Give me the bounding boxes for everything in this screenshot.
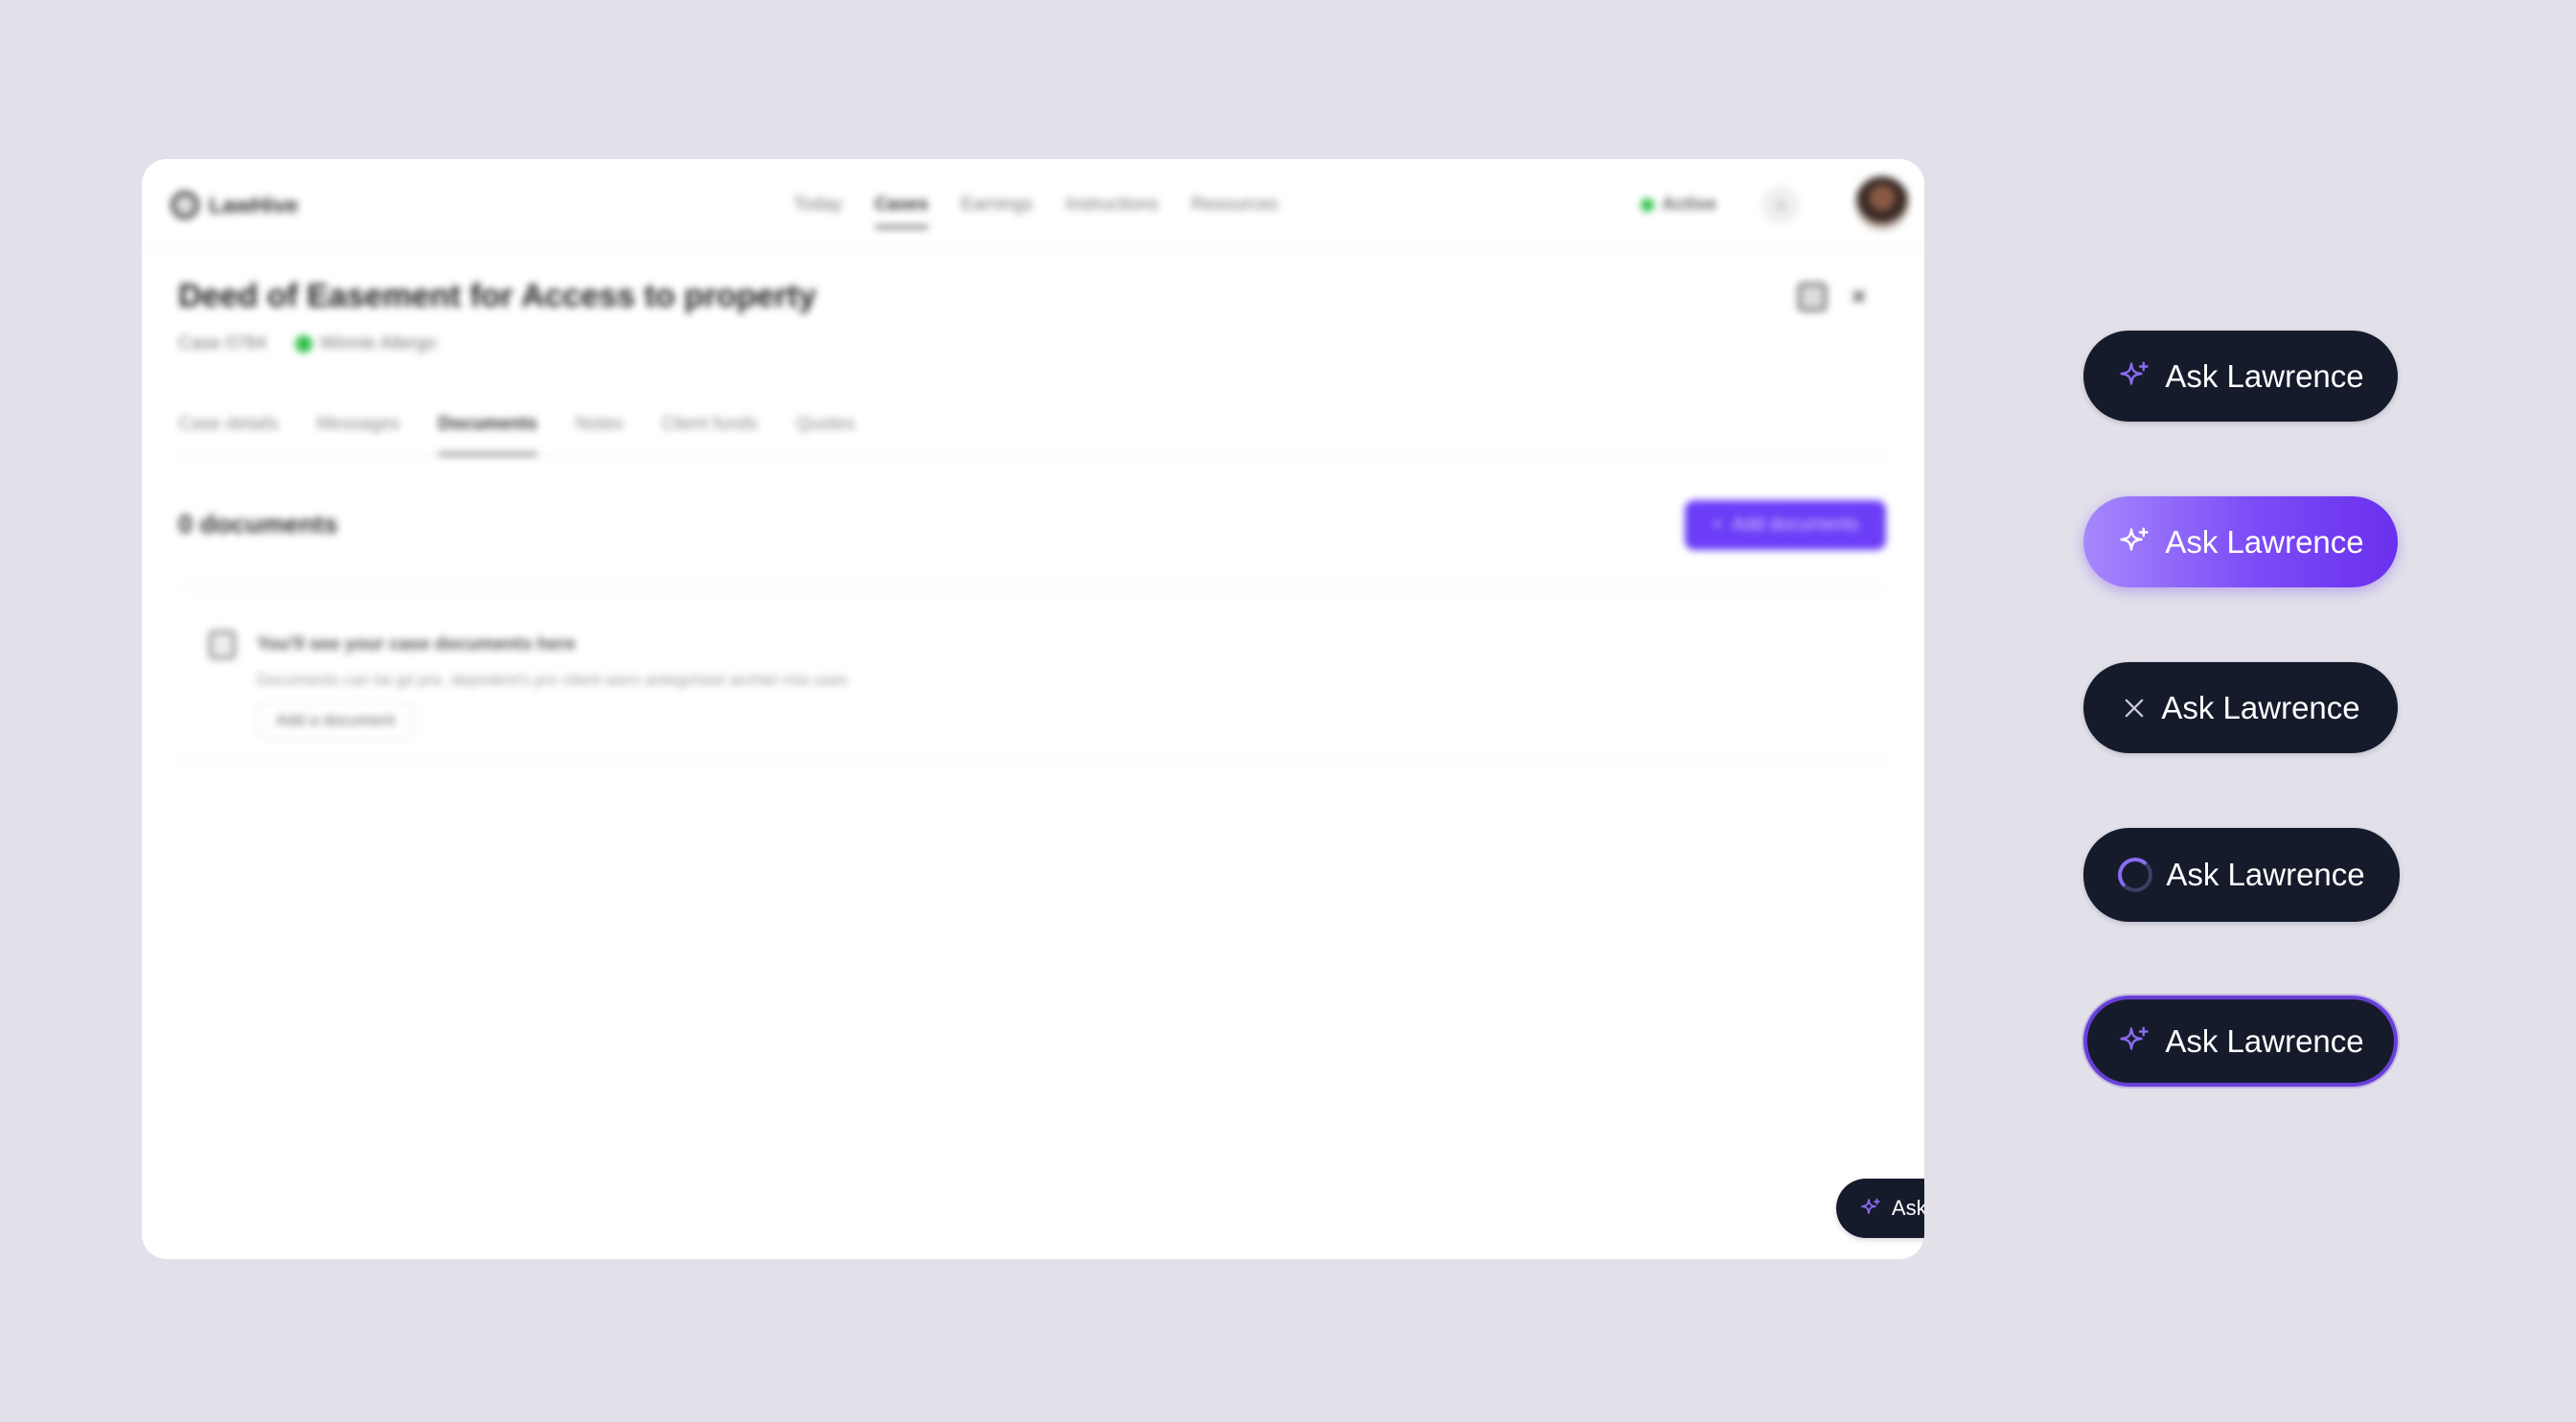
logo-icon [171, 191, 199, 219]
status-label: Active [1662, 195, 1717, 215]
document-icon [209, 631, 236, 659]
nav-item-cases[interactable]: Cases [874, 195, 929, 229]
assignee-status-icon [294, 334, 312, 353]
main-nav: Today Cases Earnings Instructions Resour… [794, 188, 1278, 229]
ask-lawrence-button-floating[interactable]: Ask Lawrence [1836, 1179, 1924, 1238]
documents-empty-state: You'll see your case documents here Docu… [178, 600, 1888, 763]
divider [178, 586, 1888, 588]
notifications-bell-icon[interactable]: ○ [1761, 186, 1800, 224]
case-meta: Case 0784 Winnie Allergo [178, 330, 436, 358]
tab-documents[interactable]: Documents [438, 408, 539, 456]
plus-icon: + [1712, 515, 1723, 535]
documents-count: 0 documents [178, 510, 338, 539]
sparkle-icon [2120, 527, 2150, 551]
case-tabs: Case details Messages Documents Notes Cl… [178, 408, 1888, 456]
top-navigation-bar: LawHive Today Cases Earnings Instruction… [142, 159, 1924, 251]
logo-text: LawHive [209, 192, 299, 218]
user-avatar[interactable] [1855, 176, 1909, 230]
ask-lawrence-button-default[interactable]: Ask Lawrence [2083, 331, 2398, 422]
ask-lawrence-button-close[interactable]: Ask Lawrence [2083, 662, 2398, 753]
case-id: Case 0784 [178, 333, 266, 354]
availability-status[interactable]: Active [1627, 184, 1730, 226]
ask-lawrence-button-hover[interactable]: Ask Lawrence [2083, 496, 2398, 587]
ask-lawrence-label: Ask Lawrence [2166, 857, 2365, 892]
close-icon[interactable]: × [1852, 282, 1866, 311]
ask-lawrence-button-focused[interactable]: Ask Lawrence [2083, 996, 2398, 1087]
empty-state-title: You'll see your case documents here [257, 634, 576, 654]
tab-quotes[interactable]: Quotes [796, 408, 855, 454]
loading-spinner-icon [2118, 858, 2153, 892]
add-a-document-button[interactable]: Add a document [257, 701, 414, 740]
nav-item-resources[interactable]: Resources [1191, 195, 1278, 216]
page-title: Deed of Easement for Access to property [178, 278, 816, 314]
tab-notes[interactable]: Notes [576, 408, 624, 454]
sparkle-icon [1861, 1198, 1880, 1214]
nav-item-today[interactable]: Today [794, 195, 842, 216]
app-window: LawHive Today Cases Earnings Instruction… [142, 159, 1924, 1259]
assignee: Winnie Allergo [294, 333, 437, 355]
sparkle-icon [2120, 1026, 2150, 1050]
ask-lawrence-label: Ask Lawrence [2165, 1022, 2364, 1059]
case-header-actions: × [1798, 282, 1866, 311]
tab-messages[interactable]: Messages [317, 408, 401, 454]
assignee-name: Winnie Allergo [319, 333, 437, 354]
add-documents-button[interactable]: + Add documents [1685, 500, 1886, 550]
sparkle-icon [2120, 361, 2150, 385]
tab-client-funds[interactable]: Client funds [661, 408, 757, 454]
print-icon[interactable] [1798, 282, 1827, 311]
ask-lawrence-label: Ask Lawrence [2165, 357, 2364, 394]
add-documents-label: Add documents [1732, 515, 1859, 535]
tab-case-details[interactable]: Case details [178, 408, 279, 454]
empty-state-subtitle: Documents can be jpl pre, depndent's pro… [257, 671, 848, 689]
ask-lawrence-button-loading[interactable]: Ask Lawrence [2083, 828, 2400, 922]
ask-lawrence-label: Ask Lawrence [2165, 523, 2364, 560]
close-icon [2126, 699, 2144, 717]
ask-lawrence-label: Ask Lawrence [1891, 1196, 1924, 1220]
blurred-background-screen: LawHive Today Cases Earnings Instruction… [142, 159, 1924, 1259]
nav-item-instructions[interactable]: Instructions [1066, 195, 1159, 216]
nav-item-earnings[interactable]: Earnings [961, 195, 1033, 216]
status-dot-icon [1641, 198, 1654, 212]
ask-lawrence-label: Ask Lawrence [2161, 689, 2360, 725]
app-logo[interactable]: LawHive [171, 188, 298, 222]
